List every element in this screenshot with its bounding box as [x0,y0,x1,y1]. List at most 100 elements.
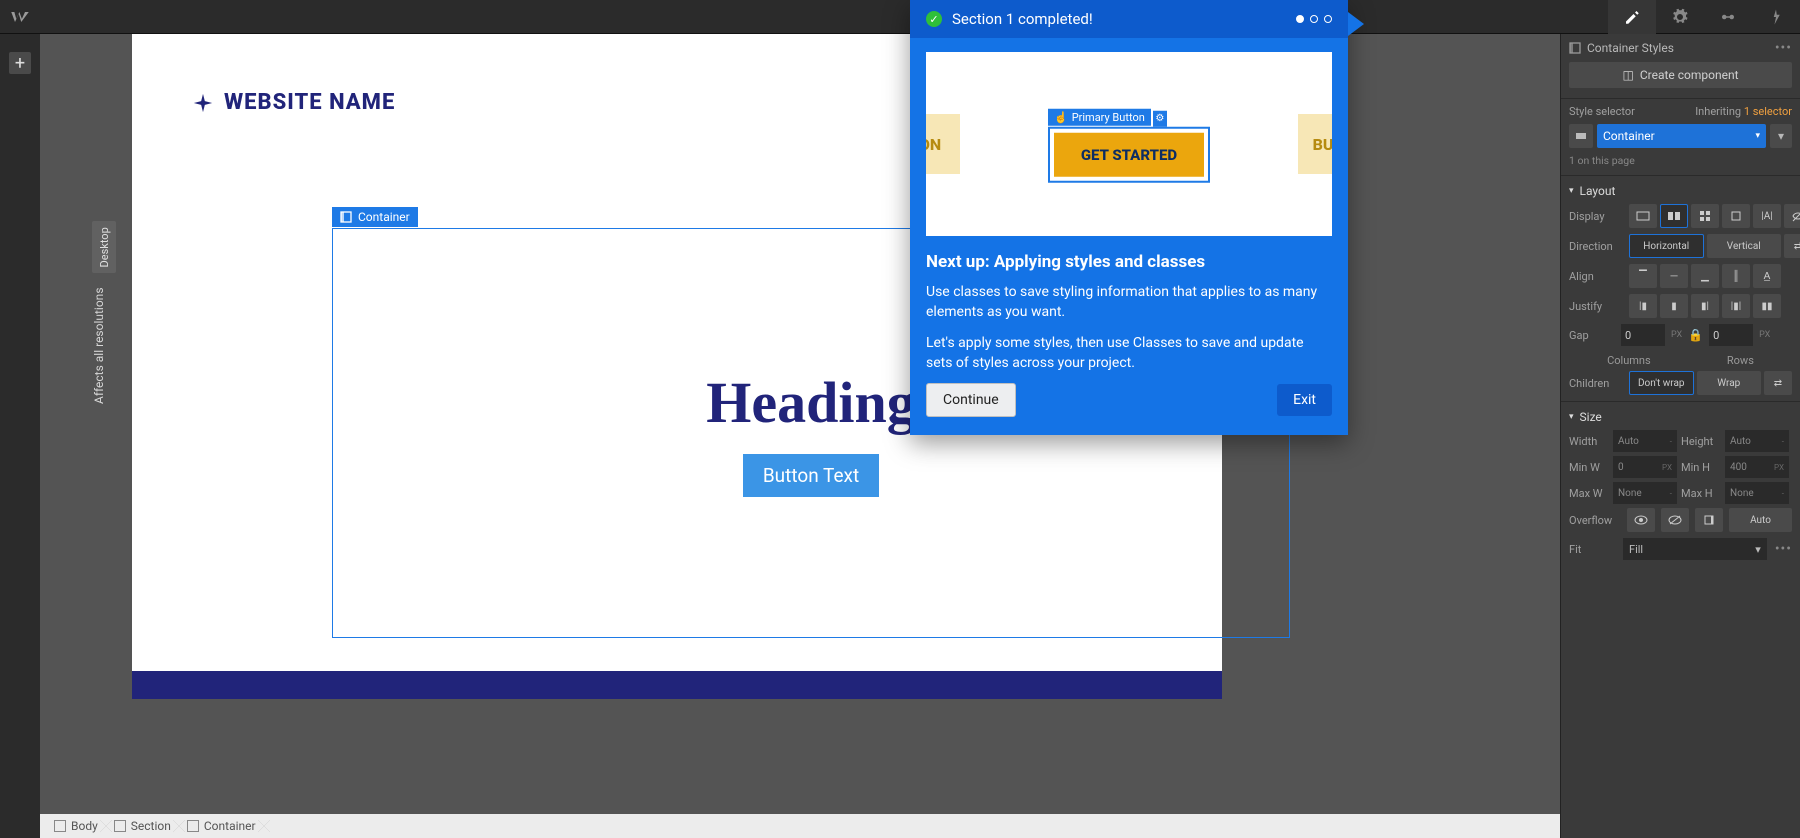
pointer-icon: ☝ [1054,111,1068,124]
breadcrumb: Body Section Container [40,814,1560,838]
minh-label: Min H [1681,461,1721,474]
selector-count: 1 on this page [1569,154,1792,167]
children-wrap[interactable]: Wrap [1697,371,1762,395]
display-flex[interactable] [1660,204,1688,228]
section-icon [114,820,126,832]
breadcrumb-container[interactable]: Container [179,819,264,833]
align-end[interactable]: ▁ [1691,264,1719,288]
selector-chip[interactable]: Container▾ [1597,124,1766,148]
display-inline[interactable]: |A| [1753,204,1781,228]
direction-label: Direction [1569,240,1621,253]
add-element-button[interactable]: + [9,52,31,74]
popup-arrow [1348,12,1364,36]
children-nowrap[interactable]: Don't wrap [1629,371,1694,395]
tutorial-p1: Use classes to save styling information … [926,282,1332,323]
style-tab[interactable] [1608,0,1656,34]
layout-section-title[interactable]: ▾Layout [1561,175,1800,204]
tutorial-p2: Let's apply some styles, then use Classe… [926,333,1332,374]
maxh-label: Max H [1681,487,1721,500]
button-element[interactable]: Button Text [743,454,879,497]
gear-icon: ⚙ [1153,110,1167,126]
direction-reverse[interactable]: ⇄ [1784,234,1800,258]
primary-button-label: ☝ Primary Button [1048,109,1151,126]
justify-center[interactable]: ▮ [1660,294,1688,318]
styles-header: Container Styles ••• [1561,34,1800,62]
inheriting-link[interactable]: 1 selector [1744,105,1792,118]
maxw-label: Max W [1569,487,1609,500]
canvas-column: Affects all resolutions Desktop WEBSITE … [40,34,1560,838]
canvas-footer-band [132,671,1222,699]
webflow-logo[interactable] [0,0,40,34]
align-baseline[interactable]: A̲ [1753,264,1781,288]
justify-start[interactable]: |▮ [1629,294,1657,318]
check-icon: ✓ [926,11,942,27]
styles-title: Container Styles [1587,41,1769,55]
justify-end[interactable]: ▮| [1691,294,1719,318]
overflow-scroll[interactable] [1695,508,1723,532]
maxw-input[interactable]: None- [1613,482,1677,504]
tutorial-next-title: Next up: Applying styles and classes [926,252,1332,272]
fit-label: Fit [1569,543,1615,556]
breadcrumb-body[interactable]: Body [46,819,106,833]
overflow-hidden[interactable] [1661,508,1689,532]
selector-type-button[interactable] [1569,124,1593,148]
gap-label: Gap [1569,329,1615,342]
brand[interactable]: WEBSITE NAME [192,90,395,115]
align-start[interactable]: ▔ [1629,264,1657,288]
settings-tab[interactable] [1656,0,1704,34]
primary-button-outline: GET STARTED [1048,126,1210,182]
maxh-input[interactable]: None- [1725,482,1789,504]
align-stretch[interactable]: ║ [1722,264,1750,288]
fit-more-icon[interactable]: ••• [1775,541,1792,557]
display-inline-block[interactable] [1722,204,1750,228]
continue-button[interactable]: Continue [926,383,1016,417]
minh-input[interactable]: 400PX [1725,456,1789,478]
create-component-button[interactable]: ◫ Create component [1569,62,1792,88]
selector-dropdown[interactable]: ▾ [1770,124,1792,148]
partial-button-right: BUT [1298,114,1332,174]
fit-select[interactable]: Fill▾ [1623,538,1767,560]
display-grid[interactable] [1691,204,1719,228]
tutorial-popup: ✓ Section 1 completed! ON BUT ☝ Primary [910,0,1348,435]
width-input[interactable]: Auto- [1613,430,1677,452]
selection-tag[interactable]: Container [332,207,418,227]
breadcrumb-section[interactable]: Section [106,819,179,833]
interactions-tab[interactable] [1704,0,1752,34]
body-icon [54,820,66,832]
display-none[interactable] [1784,204,1800,228]
container-icon [187,820,199,832]
heading-element[interactable]: Heading [706,369,916,436]
display-block[interactable] [1629,204,1657,228]
sparkle-icon [192,92,214,114]
main-area: + Affects all resolutions Desktop WEBSIT… [0,34,1800,838]
overflow-label: Overflow [1569,514,1621,527]
brand-text: WEBSITE NAME [224,90,395,115]
height-input[interactable]: Auto- [1725,430,1789,452]
exit-button[interactable]: Exit [1277,384,1332,416]
height-label: Height [1681,435,1721,448]
justify-around[interactable]: ▮▮ [1753,294,1781,318]
display-label: Display [1569,210,1621,223]
justify-between[interactable]: |▮| [1722,294,1750,318]
more-icon[interactable]: ••• [1775,40,1792,56]
partial-button-left: ON [926,114,960,174]
direction-vertical[interactable]: Vertical [1707,234,1782,258]
minw-label: Min W [1569,461,1609,474]
gap-row-input[interactable] [1709,324,1753,346]
children-reverse[interactable]: ⇄ [1764,371,1792,395]
rows-label: Rows [1727,354,1754,367]
columns-label: Columns [1607,354,1651,367]
left-strip: + [0,34,40,838]
align-center[interactable]: ─ [1660,264,1688,288]
overflow-visible[interactable] [1627,508,1655,532]
style-selector-label: Style selector [1569,105,1635,118]
publish-tab[interactable] [1752,0,1800,34]
size-section-title[interactable]: ▾Size [1561,401,1800,430]
style-panel: Container Styles ••• ◫ Create component … [1560,34,1800,838]
gap-col-input[interactable] [1621,324,1665,346]
overflow-auto[interactable]: Auto [1729,508,1792,532]
minw-input[interactable]: 0PX [1613,456,1677,478]
direction-horizontal[interactable]: Horizontal [1629,234,1704,258]
width-label: Width [1569,435,1609,448]
lock-icon[interactable]: 🔒 [1688,328,1703,342]
